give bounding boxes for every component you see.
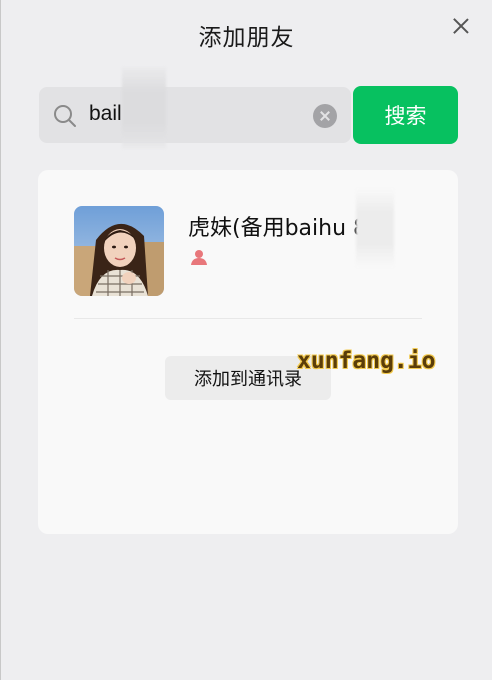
search-field[interactable]: bail 787	[39, 67, 351, 149]
add-friend-window: 添加朋友 bail 787 搜索	[0, 0, 492, 680]
clear-icon[interactable]	[313, 104, 337, 128]
contact-name: 虎妹(备用baihu 81	[188, 216, 382, 241]
watermark-text: xunfang.io	[297, 348, 436, 374]
search-button[interactable]: 搜索	[353, 86, 458, 144]
privacy-blur	[356, 188, 394, 268]
privacy-blur	[122, 67, 166, 149]
close-icon[interactable]	[451, 16, 471, 36]
avatar[interactable]	[74, 206, 164, 296]
window-title: 添加朋友	[198, 25, 295, 51]
female-user-icon	[191, 250, 207, 265]
search-icon	[54, 105, 76, 127]
divider	[74, 318, 422, 319]
